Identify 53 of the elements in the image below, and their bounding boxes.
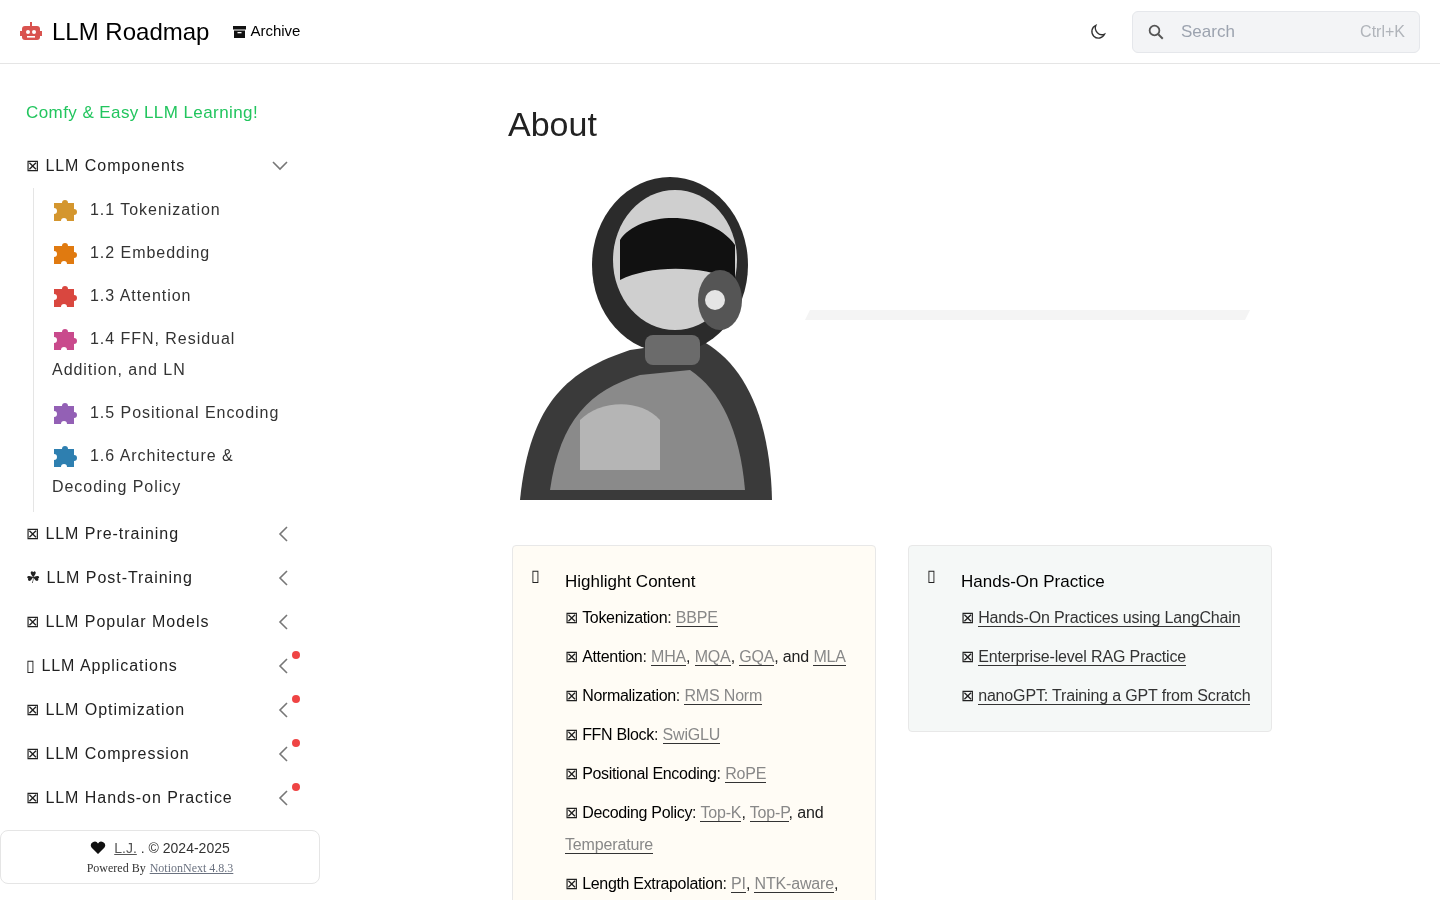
engine-link[interactable]: NotionNext 4.8.3 — [149, 858, 234, 877]
chevron-left-icon[interactable] — [278, 613, 288, 630]
list-item: ⊠ Positional Encoding: RoPE — [565, 764, 768, 785]
content-link[interactable]: Temperature — [565, 836, 654, 854]
chevron-down-icon[interactable] — [272, 160, 288, 171]
moon-icon[interactable] — [1088, 21, 1108, 42]
sidebar-tagline: Comfy & Easy LLM Learning! — [26, 102, 260, 124]
content-link[interactable]: MQA — [694, 648, 731, 666]
list-item: ⊠ Tokenization: BBPE — [565, 608, 719, 629]
callout-icon: ▯ — [927, 564, 961, 719]
sidebar-subitem[interactable]: 1.6 Architecture & Decoding Policy — [52, 439, 300, 502]
copyright-text: . © 2024-2025 — [140, 838, 230, 858]
sidebar-subitem[interactable]: 1.5 Positional Encoding — [52, 396, 300, 428]
chevron-left-icon[interactable] — [278, 569, 288, 586]
page-title: About — [508, 104, 598, 144]
sidebar-subitem[interactable]: 1.3 Attention — [52, 279, 300, 311]
chevron-left-icon[interactable] — [278, 789, 288, 806]
callout-title: Hands-On Practice — [961, 571, 1106, 593]
list-item: ⊠ Normalization: RMS Norm — [565, 686, 764, 707]
list-item: ⊠ nanoGPT: Training a GPT from Scratch — [961, 686, 1252, 707]
list-item: ⊠ Length Extrapolation: PI, NTK-aware, — [565, 874, 840, 895]
site-title[interactable]: LLM Roadmap — [52, 13, 210, 50]
content-link[interactable]: GQA — [739, 648, 775, 666]
content-link[interactable]: Hands-On Practices using LangChain — [978, 609, 1241, 627]
heart-icon — [90, 841, 107, 855]
sidebar-subitem[interactable]: 1.2 Embedding — [52, 236, 300, 268]
content-link[interactable]: SwiGLU — [662, 726, 721, 744]
list-item: ⊠ Attention: MHA, MQA, GQA, and MLA — [565, 647, 847, 668]
list-item: ⊠ Hands-On Practices using LangChain — [961, 608, 1242, 629]
callout-icon: ▯ — [531, 564, 565, 900]
sidebar-subitem[interactable]: 1.4 FFN, Residual Addition, and LN — [52, 322, 300, 385]
content-link[interactable]: NTK-aware — [754, 875, 834, 893]
archive-icon — [233, 25, 247, 38]
search-icon — [1147, 22, 1165, 41]
list-item: ⊠ Decoding Policy: Top-K, Top-P, and Temperature — [565, 803, 825, 856]
content-link[interactable]: Top-K — [700, 804, 742, 822]
shortcut-hint: Ctrl+K — [1360, 21, 1405, 42]
content-link[interactable]: Enterprise-level RAG Practice — [978, 648, 1187, 666]
chevron-left-icon[interactable] — [278, 745, 288, 762]
callout-title: Highlight Content — [565, 571, 697, 593]
robot-icon[interactable] — [20, 21, 42, 42]
content-link[interactable]: RMS Norm — [684, 687, 763, 705]
archive-link[interactable]: Archive — [233, 20, 301, 43]
list-item: ⊠ FFN Block: SwiGLU — [565, 725, 722, 746]
chevron-left-icon[interactable] — [278, 701, 288, 718]
search-input[interactable]: Search — [1181, 18, 1361, 45]
powered-by-text: Powered By — [86, 859, 146, 877]
chevron-left-icon[interactable] — [278, 657, 288, 674]
author-link[interactable]: L.J. — [114, 837, 137, 859]
sidebar-subitem[interactable]: 1.1 Tokenization — [52, 193, 300, 225]
content-link[interactable]: nanoGPT: Training a GPT from Scratch — [978, 687, 1251, 705]
list-item: ⊠ Enterprise-level RAG Practice — [961, 647, 1188, 668]
chevron-left-icon[interactable] — [278, 525, 288, 542]
